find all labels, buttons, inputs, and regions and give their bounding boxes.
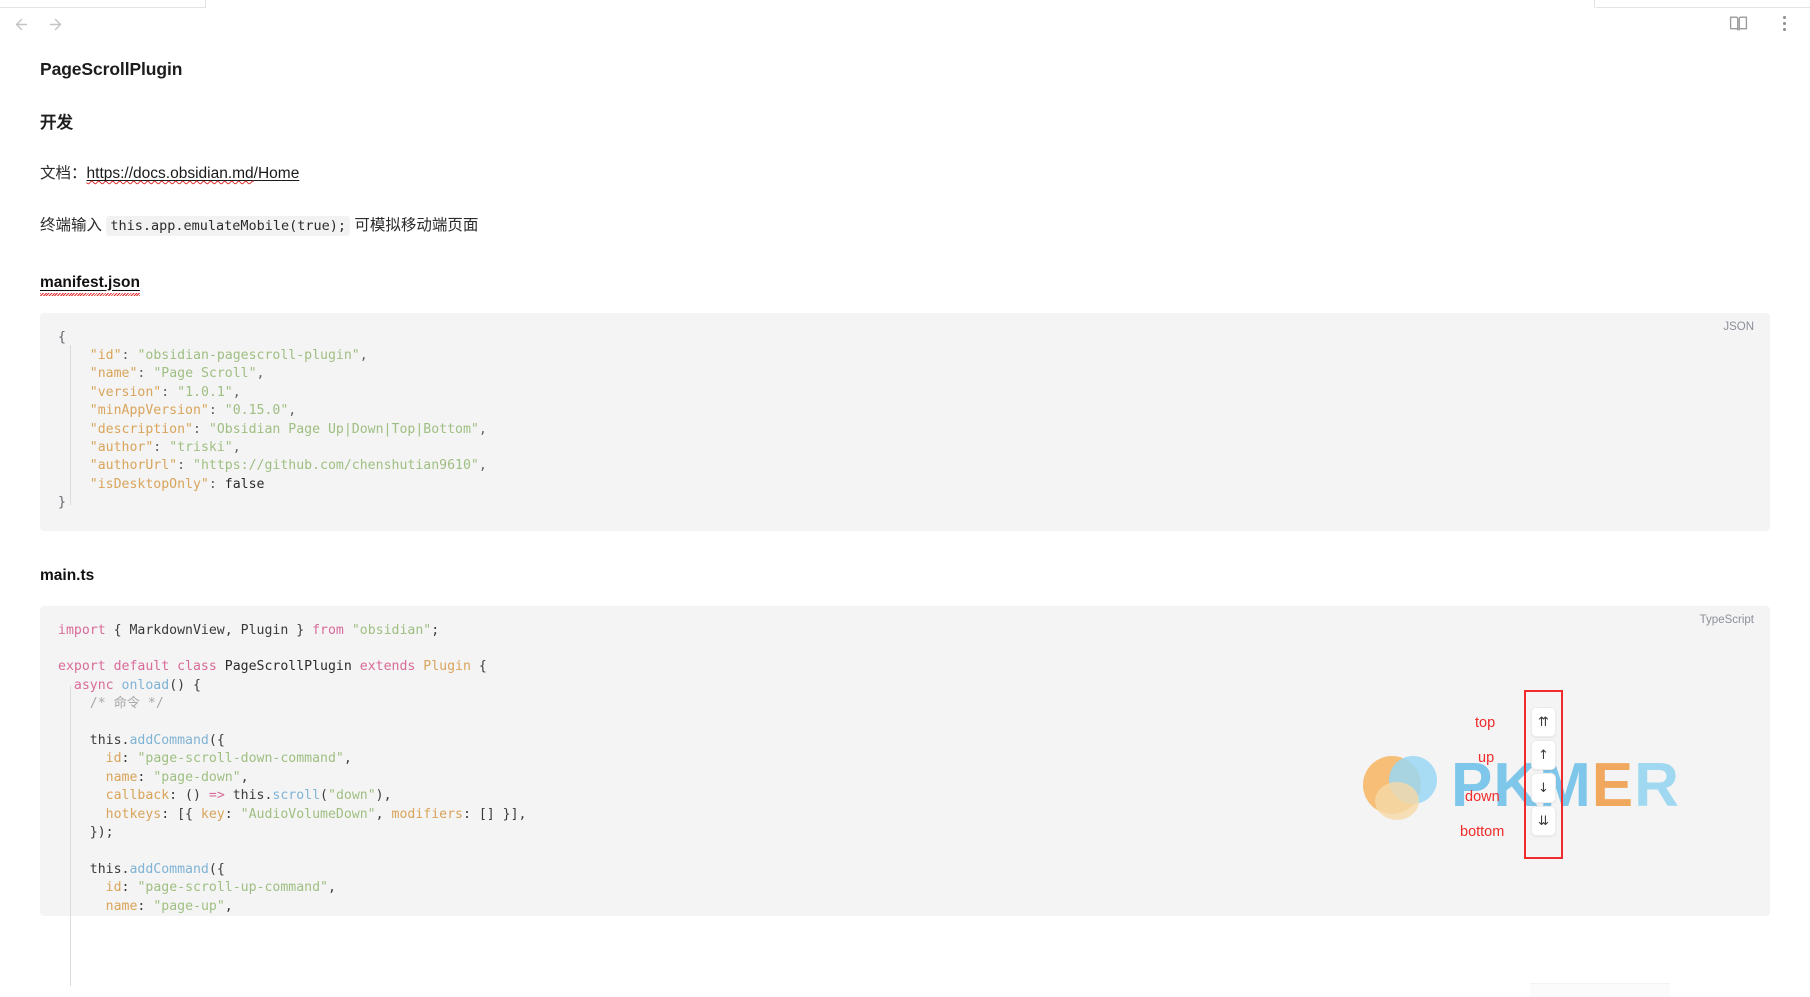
code-content-json[interactable]: { "id": "obsidian-pagescroll-plugin", "n…	[40, 329, 1770, 513]
scroll-label-down: down	[1465, 789, 1500, 805]
scroll-down-button[interactable]: ↓	[1531, 773, 1556, 803]
code-indent-guide	[70, 344, 71, 505]
scroll-controls-group: ⇈ ↑ ↓ ⇊	[1531, 707, 1556, 836]
doc-link-prefix: 文档：	[40, 165, 87, 182]
code-language-label-json: JSON	[1723, 320, 1754, 333]
scroll-to-bottom-button[interactable]: ⇊	[1531, 806, 1556, 836]
bottom-status-strip	[1530, 983, 1670, 997]
scroll-label-top: top	[1475, 715, 1496, 731]
doc-link-paragraph: 文档：https://docs.obsidian.md/Home	[40, 162, 1770, 185]
code-block-json: JSON { "id": "obsidian-pagescroll-plugin…	[40, 312, 1770, 531]
scroll-to-top-button[interactable]: ⇈	[1531, 707, 1556, 737]
section-heading-dev: 开发	[40, 114, 73, 132]
terminal-prefix: 终端输入	[40, 217, 107, 235]
chrome-divider-right	[1596, 7, 1810, 8]
scroll-up-button[interactable]: ↑	[1531, 740, 1556, 770]
scroll-label-bottom: bottom	[1460, 824, 1505, 840]
obsidian-docs-link-url: https://docs.obsidian.md	[86, 165, 254, 182]
book-open-icon[interactable]	[1726, 11, 1750, 35]
code-block-typescript: TypeScript import { MarkdownView, Plugin…	[40, 605, 1770, 986]
obsidian-docs-link-path: /Home	[253, 165, 300, 182]
obsidian-docs-link[interactable]: https://docs.obsidian.md/Home	[87, 165, 300, 182]
active-tab-stub[interactable]	[205, 0, 1595, 8]
terminal-suffix: 可模拟移动端页面	[350, 217, 479, 235]
page-title: PageScrollPlugin	[40, 59, 183, 79]
code-language-label-typescript: TypeScript	[1699, 613, 1754, 626]
chrome-right-actions	[1726, 11, 1796, 35]
code-content-typescript[interactable]: import { MarkdownView, Plugin } from "ob…	[40, 622, 1770, 917]
code-indent-guide-ts	[70, 685, 71, 986]
navigation-buttons	[10, 13, 66, 35]
more-vertical-icon[interactable]	[1772, 11, 1796, 35]
manifest-json-heading: manifest.json	[40, 273, 140, 296]
scroll-label-up: up	[1478, 750, 1495, 766]
arrow-left-icon[interactable]	[10, 13, 32, 35]
arrow-right-icon[interactable]	[44, 13, 66, 35]
chrome-divider-left	[0, 7, 205, 8]
terminal-paragraph: 终端输入 this.app.emulateMobile(true); 可模拟移动…	[40, 214, 1770, 237]
main-ts-heading: main.ts	[40, 566, 95, 584]
window-chrome	[0, 0, 1810, 34]
emulate-mobile-code: this.app.emulateMobile(true);	[106, 216, 351, 237]
